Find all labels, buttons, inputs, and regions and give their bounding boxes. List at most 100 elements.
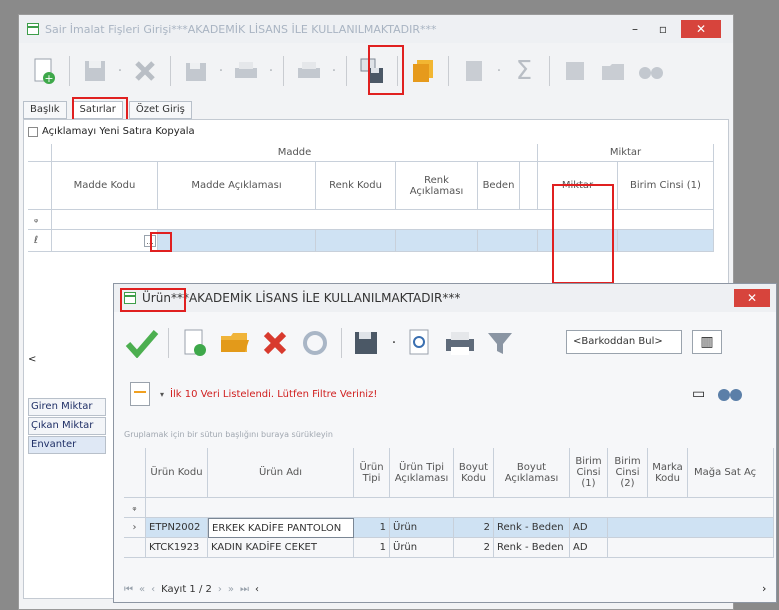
prev-record-icon[interactable]: ‹ [151,584,155,595]
calculator-icon[interactable] [558,54,592,88]
window-title: Sair İmalat Fişleri Girişi***AKADEMİK Lİ… [45,22,437,36]
col-urun-tipi[interactable]: Ürün Tipi [354,448,390,498]
maximize-button[interactable]: ▫ [651,20,675,38]
row1-rest[interactable] [608,518,774,538]
filter-dropdown-arrow[interactable]: ▾ [160,390,164,399]
close-button[interactable]: ✕ [734,289,770,307]
tab-ozet-giris[interactable]: Özet Giriş [128,101,192,119]
madde-aciklamasi-cell[interactable] [158,230,316,252]
save-as-icon[interactable] [350,325,386,361]
row1-boyut-kodu[interactable]: 2 [454,518,494,538]
scroll-left-icon[interactable]: ‹ [255,584,259,595]
scroll-left-arrow[interactable]: < [28,354,38,365]
row2-boyut-aciklamasi[interactable]: Renk - Beden [494,538,570,558]
col-renk-kodu[interactable]: Renk Kodu [316,162,396,210]
barcode-search-input[interactable]: <Barkoddan Bul> [566,330,682,354]
open-folder-icon[interactable] [217,325,253,361]
separator [448,56,449,86]
save-as-icon[interactable] [179,54,213,88]
col-beden[interactable]: Beden [478,162,520,210]
row1-boyut-aciklamasi[interactable]: Renk - Beden [494,518,570,538]
filter-icon[interactable] [482,325,518,361]
dropdown-dot[interactable]: · [116,63,124,79]
list-icon[interactable] [130,382,150,406]
dropdown-dot[interactable]: · [390,335,398,351]
renk-aciklamasi-cell[interactable] [396,230,478,252]
scroll-right-icon[interactable]: › [762,582,766,595]
col-boyut-aciklamasi[interactable]: Boyut Açıklaması [494,448,570,498]
filter-bar: ▾ İlk 10 Veri Listelendi. Lütfen Filtre … [114,376,776,412]
row1-urun-tipi-aciklamasi[interactable]: Ürün [390,518,454,538]
col-birim-cinsi-1[interactable]: Birim Cinsi (1) [570,448,608,498]
binoculars-icon[interactable] [716,382,744,407]
row1-urun-tipi[interactable]: 1 [354,518,390,538]
copy-icon[interactable] [406,54,440,88]
row2-urun-tipi-aciklamasi[interactable]: Ürün [390,538,454,558]
window-icon [27,23,39,35]
next-record-icon[interactable]: › [218,584,222,595]
col-birim-cinsi[interactable]: Birim Cinsi (1) [618,162,714,210]
col-madde-aciklamasi[interactable]: Madde Açıklaması [158,162,316,210]
next-page-icon[interactable]: » [228,584,234,595]
col-marka-kodu[interactable]: Marka Kodu [648,448,688,498]
document-icon[interactable] [457,54,491,88]
delete-icon[interactable] [128,54,162,88]
save-icon[interactable] [78,54,112,88]
giren-miktar-label: Giren Miktar [28,398,106,416]
row1-urun-kodu[interactable]: ETPN2002 [146,518,208,538]
highlight-box [120,288,186,312]
layout-icon[interactable]: ▭ [692,386,705,402]
tab-baslik[interactable]: Başlık [23,101,67,119]
new-document-icon[interactable] [177,325,213,361]
col-urun-tipi-aciklamasi[interactable]: Ürün Tipi Açıklaması [390,448,454,498]
col-boyut-kodu[interactable]: Boyut Kodu [454,448,494,498]
binoculars-icon[interactable] [634,54,668,88]
copy-description-checkbox[interactable]: Açıklamayı Yeni Satıra Kopyala [28,126,195,137]
folder-icon[interactable] [596,54,630,88]
minimize-button[interactable]: – [623,20,647,38]
row2-urun-adi[interactable]: KADIN KADİFE CEKET [208,538,354,558]
madde-kodu-cell[interactable] [52,230,158,252]
dropdown-dot[interactable]: · [495,63,503,79]
row2-urun-kodu[interactable]: KTCK1923 [146,538,208,558]
col-birim-cinsi-2[interactable]: Birim Cinsi (2) [608,448,648,498]
row1-urun-adi[interactable]: ERKEK KADİFE PANTOLON [208,518,354,538]
row2-birim-cinsi-1[interactable]: AD [570,538,608,558]
print-icon[interactable] [229,54,263,88]
col-urun-adi[interactable]: Ürün Adı [208,448,354,498]
dropdown-dot[interactable]: · [330,63,338,79]
filter-row[interactable] [52,210,714,230]
print-preview-icon[interactable] [292,54,326,88]
dropdown-dot[interactable]: · [217,63,225,79]
close-button[interactable]: ✕ [681,20,721,38]
edit-row-icon: ℓ [28,230,52,252]
row2-rest[interactable] [608,538,774,558]
row2-urun-tipi[interactable]: 1 [354,538,390,558]
row1-birim-cinsi-1[interactable]: AD [570,518,608,538]
checkmark-icon[interactable] [124,325,160,361]
preview-icon[interactable] [402,325,438,361]
birim-cinsi-cell[interactable] [618,230,714,252]
delete-icon[interactable] [257,325,293,361]
col-magaza[interactable]: Mağa Sat Aç [688,448,774,498]
barcode-icon[interactable]: ▥ [692,330,722,354]
refresh-icon[interactable] [297,325,333,361]
checkbox-box[interactable] [28,126,38,137]
group-header-miktar: Miktar [538,144,714,162]
filter-row[interactable] [146,498,774,518]
col-renk-aciklamasi[interactable]: Renk Açıklaması [396,162,478,210]
sum-icon[interactable]: Σ [507,54,541,88]
new-document-icon[interactable]: + [27,54,61,88]
print-icon[interactable] [442,325,478,361]
cikan-miktar-label: Çıkan Miktar [28,417,106,435]
dropdown-dot[interactable]: · [267,63,275,79]
row-indicator [124,538,146,558]
first-record-icon[interactable]: ⏮ [124,584,133,595]
renk-kodu-cell[interactable] [316,230,396,252]
prev-page-icon[interactable]: « [139,584,145,595]
last-record-icon[interactable]: ⏭ [240,584,249,595]
beden-cell[interactable] [478,230,538,252]
col-urun-kodu[interactable]: Ürün Kodu [146,448,208,498]
col-madde-kodu[interactable]: Madde Kodu [52,162,158,210]
row2-boyut-kodu[interactable]: 2 [454,538,494,558]
